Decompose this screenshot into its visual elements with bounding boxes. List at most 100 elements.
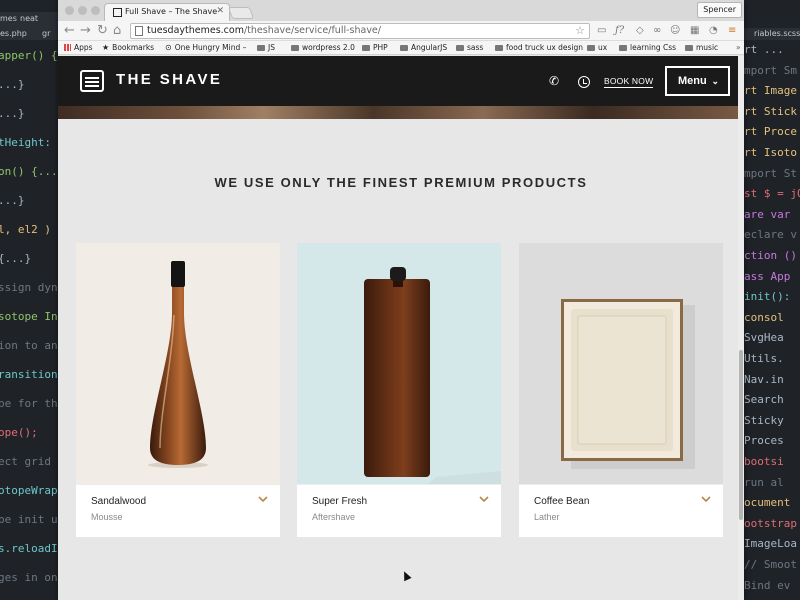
- code-line: Proces: [744, 434, 784, 448]
- phone-icon[interactable]: ✆: [549, 74, 559, 88]
- bookmark-item[interactable]: JS: [257, 42, 275, 54]
- editor-tab[interactable]: es.php: [0, 29, 27, 38]
- function-extension-icon[interactable]: ƒ?: [615, 23, 624, 39]
- apps-icon: [64, 44, 71, 51]
- url-text: tuesdaythemes.com/theshave/service/full-…: [147, 25, 381, 36]
- code-line: mport St: [744, 166, 797, 180]
- new-tab-button[interactable]: [227, 7, 255, 19]
- extension-icon[interactable]: ◇: [636, 23, 644, 39]
- forward-arrow-icon[interactable]: →: [80, 23, 91, 39]
- code-line: ...}: [0, 194, 25, 207]
- code-line: consol: [744, 310, 784, 324]
- product-type: Lather: [534, 512, 560, 522]
- code-line: ope();: [0, 426, 38, 439]
- website-viewport: THE SHAVE ✆ BOOK NOW Menu ⌄ WE USE ONLY …: [58, 56, 744, 600]
- code-line: Nav.in: [744, 372, 784, 386]
- code-line: Bind ev: [744, 578, 791, 592]
- bookmark-item[interactable]: sass: [456, 42, 483, 54]
- book-now-link[interactable]: BOOK NOW: [604, 76, 654, 88]
- code-line: apper() {: [0, 49, 58, 62]
- url-host: tuesdaythemes.com: [147, 25, 244, 36]
- bookmark-item[interactable]: learning Css: [619, 42, 676, 54]
- product-name: Sandalwood: [91, 496, 147, 507]
- chevron-down-icon[interactable]: [699, 492, 713, 506]
- code-line: ges in on: [0, 571, 58, 584]
- sandalwood-bottle-illustration: [148, 261, 208, 468]
- divider: [519, 484, 723, 485]
- folder-icon: [587, 45, 595, 51]
- star-icon: ★: [102, 43, 110, 52]
- minimize-window-icon[interactable]: [78, 6, 87, 15]
- extension-icon[interactable]: ◔: [709, 23, 718, 39]
- extension-icon[interactable]: ∞: [653, 23, 661, 39]
- logo-icon[interactable]: [80, 70, 104, 92]
- address-bar[interactable]: tuesdaythemes.com/theshave/service/full-…: [130, 23, 590, 39]
- bookmark-item[interactable]: PHP: [362, 42, 388, 54]
- chevron-down-icon[interactable]: [477, 492, 491, 506]
- code-line: pe init u: [0, 513, 58, 526]
- product-card[interactable]: Coffee Bean Lather: [519, 243, 723, 537]
- bookmark-label: AngularJS: [411, 43, 448, 52]
- coffee-bean-soap-illustration: [561, 299, 695, 469]
- site-header: THE SHAVE ✆ BOOK NOW Menu ⌄: [58, 56, 744, 106]
- chevron-down-icon[interactable]: [256, 492, 270, 506]
- browser-tab[interactable]: Full Shave – The Shave ✕: [104, 3, 230, 21]
- code-line: rt Image: [744, 84, 797, 98]
- hero-image: [58, 106, 744, 119]
- editor-tab[interactable]: gr: [42, 29, 50, 38]
- bookmarks-overflow-button[interactable]: »: [736, 42, 741, 54]
- cast-icon[interactable]: ▭: [597, 23, 606, 39]
- bookmark-item[interactable]: ⊙ One Hungry Mind –: [165, 42, 246, 54]
- page-scrollbar[interactable]: [738, 56, 744, 600]
- close-tab-icon[interactable]: ✕: [216, 6, 224, 16]
- editor-tab[interactable]: mes: [0, 14, 17, 23]
- menu-label: Menu: [678, 75, 707, 87]
- back-arrow-icon[interactable]: ←: [64, 23, 75, 39]
- browser-tab-title: Full Shave – The Shave: [125, 7, 218, 16]
- code-line: Search: [744, 393, 784, 407]
- extension-icon[interactable]: ☺: [670, 23, 680, 39]
- code-line: tHeight: s: [0, 136, 58, 149]
- page-info-icon[interactable]: [135, 26, 143, 36]
- product-type: Aftershave: [312, 512, 356, 522]
- editor-tab[interactable]: neat: [20, 14, 38, 23]
- divider: [297, 484, 501, 485]
- maximize-window-icon[interactable]: [91, 6, 100, 15]
- bookmark-item[interactable]: ★ Bookmarks: [102, 42, 154, 54]
- bookmark-item[interactable]: ux: [587, 42, 607, 54]
- extension-icon[interactable]: ▦: [690, 23, 699, 39]
- code-line: ImageLoa: [744, 537, 797, 551]
- super-fresh-flask-illustration: [364, 267, 501, 484]
- code-line: Utils.: [744, 352, 784, 365]
- product-image: [76, 243, 280, 484]
- code-line: ction (): [744, 249, 797, 262]
- close-window-icon[interactable]: [65, 6, 74, 15]
- product-card[interactable]: Super Fresh Aftershave: [297, 243, 501, 537]
- logo-text[interactable]: THE SHAVE: [116, 71, 222, 88]
- code-line: mport Sm: [744, 63, 797, 77]
- folder-icon: [495, 45, 503, 51]
- chevron-down-icon: ⌄: [711, 76, 719, 86]
- clock-icon[interactable]: [578, 76, 590, 88]
- bookmark-label: learning Css: [630, 43, 677, 52]
- editor-tab[interactable]: riables.scss: [754, 29, 800, 38]
- scrollbar-thumb[interactable]: [739, 350, 743, 520]
- code-line: ...}: [0, 107, 25, 120]
- product-card[interactable]: Sandalwood Mousse: [76, 243, 280, 537]
- code-line: st $ = jQ: [744, 187, 800, 201]
- bookmark-item[interactable]: AngularJS: [400, 42, 447, 54]
- bookmark-item[interactable]: Apps: [64, 42, 93, 54]
- code-line: pe for th: [0, 397, 58, 410]
- folder-icon: [619, 45, 627, 51]
- reload-icon[interactable]: ↻: [97, 23, 108, 39]
- bookmark-item[interactable]: food truck ux design: [495, 42, 583, 54]
- home-icon[interactable]: ⌂: [113, 23, 121, 39]
- code-line: // Smoot: [744, 558, 797, 571]
- profile-button[interactable]: Spencer: [697, 2, 742, 18]
- bookmark-item[interactable]: music: [685, 42, 718, 54]
- bookmark-star-icon[interactable]: ☆: [575, 24, 585, 37]
- bookmark-item[interactable]: wordpress 2.0: [291, 42, 355, 54]
- menu-button[interactable]: Menu ⌄: [665, 66, 730, 96]
- menu-hamburger-icon[interactable]: ≡: [728, 23, 736, 39]
- bookmark-label: food truck ux design: [506, 43, 584, 52]
